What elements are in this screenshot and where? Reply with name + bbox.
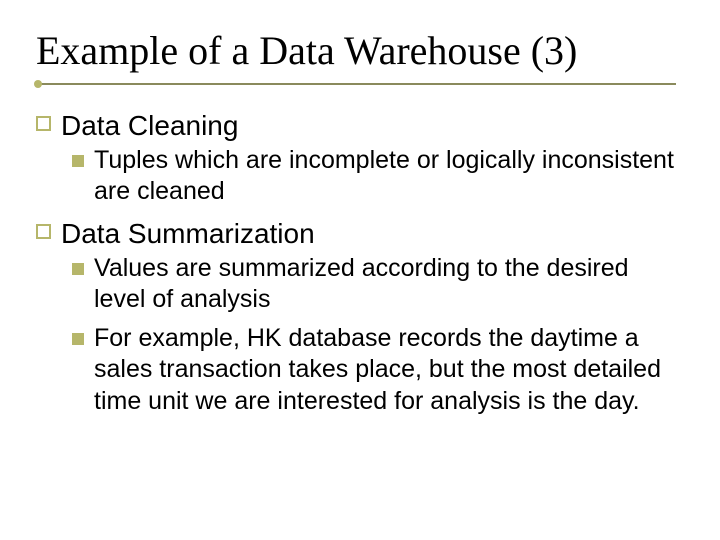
section-heading: Data Summarization	[61, 216, 684, 251]
slide: Example of a Data Warehouse (3) Data Cle…	[0, 0, 720, 540]
filled-square-icon	[72, 155, 84, 167]
bullet-level2: Tuples which are incomplete or logically…	[72, 145, 684, 208]
bullet-text: Tuples which are incomplete or logically…	[94, 145, 684, 208]
bullet-level1: Data Summarization	[36, 216, 684, 251]
title-rule-dot	[34, 80, 42, 88]
bullet-level1: Data Cleaning	[36, 108, 684, 143]
filled-square-icon	[72, 263, 84, 275]
title-rule	[36, 80, 684, 90]
filled-square-icon	[72, 333, 84, 345]
bullet-level2: For example, HK database records the day…	[72, 323, 684, 417]
hollow-square-icon	[36, 224, 51, 239]
bullet-level2: Values are summarized according to the d…	[72, 253, 684, 316]
slide-title: Example of a Data Warehouse (3)	[36, 28, 684, 74]
title-rule-line	[36, 83, 676, 85]
hollow-square-icon	[36, 116, 51, 131]
bullet-text: Values are summarized according to the d…	[94, 253, 684, 316]
slide-content: Data Cleaning Tuples which are incomplet…	[36, 108, 684, 417]
section-heading: Data Cleaning	[61, 108, 684, 143]
bullet-text: For example, HK database records the day…	[94, 323, 684, 417]
